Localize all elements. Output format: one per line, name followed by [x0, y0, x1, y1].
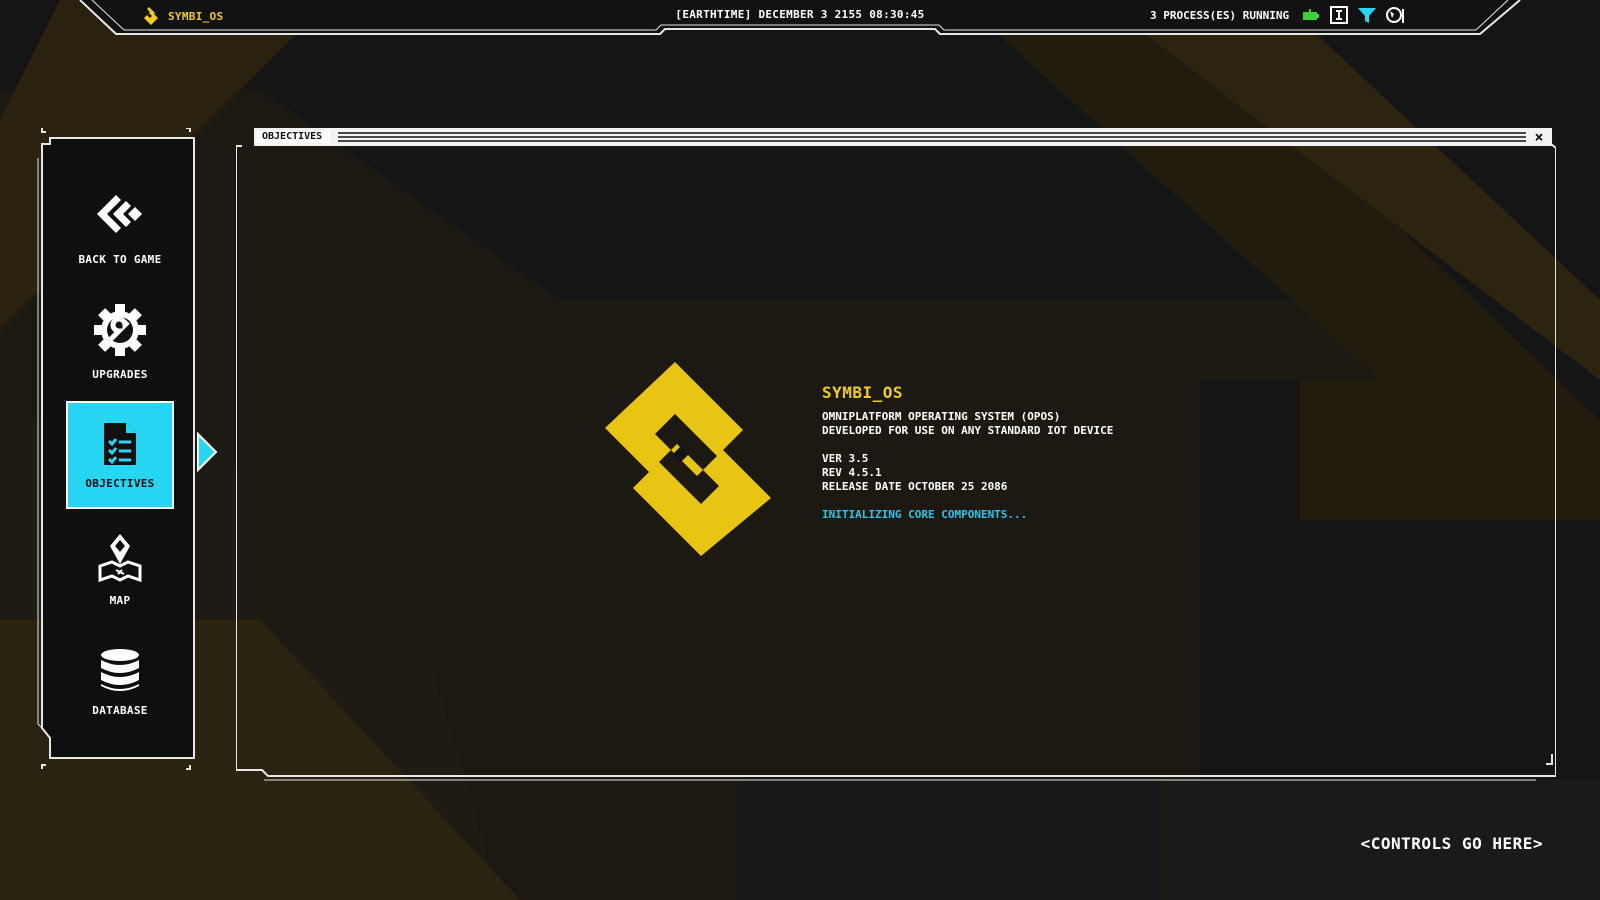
window-close-button[interactable]: × — [1531, 128, 1547, 146]
sidebar-item-label: OBJECTIVES — [85, 476, 155, 490]
map-pin-icon — [98, 533, 142, 582]
globe-icon[interactable] — [1385, 5, 1405, 25]
sidebar-item-label: BACK TO GAME — [78, 252, 162, 266]
sidebar-item-back-to-game[interactable]: BACK TO GAME — [66, 174, 174, 282]
active-indicator-arrow-icon — [197, 432, 218, 472]
sidebar-item-upgrades[interactable]: UPGRADES — [66, 287, 174, 395]
terminal-icon[interactable] — [1329, 5, 1349, 25]
os-info-panel: SYMBI_OS OMNIPLATFORM OPERATING SYSTEM (… — [822, 383, 1114, 522]
sidebar-item-objectives[interactable]: OBJECTIVES — [66, 401, 174, 509]
info-description-line1: OMNIPLATFORM OPERATING SYSTEM (OPOS) — [822, 410, 1061, 423]
controls-placeholder: <CONTROLS GO HERE> — [1360, 834, 1543, 853]
info-title: SYMBI_OS — [822, 383, 904, 402]
sidebar-item-map[interactable]: MAP — [66, 515, 174, 623]
sidebar-item-label: DATABASE — [92, 703, 148, 717]
info-version: VER 3.5 — [822, 452, 869, 465]
info-revision: REV 4.5.1 — [822, 466, 882, 479]
sidebar-item-database[interactable]: DATABASE — [66, 628, 174, 736]
sidebar-item-label: UPGRADES — [92, 367, 148, 381]
info-release-date: RELEASE DATE OCTOBER 25 2086 — [822, 480, 1008, 493]
window-title: OBJECTIVES — [256, 131, 331, 143]
filter-icon[interactable] — [1357, 5, 1377, 25]
checklist-document-icon — [104, 422, 136, 465]
database-icon — [101, 648, 139, 691]
sidebar-item-label: MAP — [109, 593, 131, 607]
symbi-os-large-logo — [605, 362, 771, 556]
info-description-line2: DEVELOPED FOR USE ON ANY STANDARD IOT DE… — [822, 424, 1114, 437]
process-count: 3 PROCESS(ES) RUNNING — [1150, 8, 1290, 22]
wrench-gear-icon — [94, 303, 146, 356]
back-arrows-icon — [97, 194, 142, 233]
init-status: INITIALIZING CORE COMPONENTS... — [822, 508, 1028, 521]
battery-icon[interactable] — [1301, 5, 1321, 25]
system-tray: 3 PROCESS(ES) RUNNING — [1150, 5, 1405, 25]
